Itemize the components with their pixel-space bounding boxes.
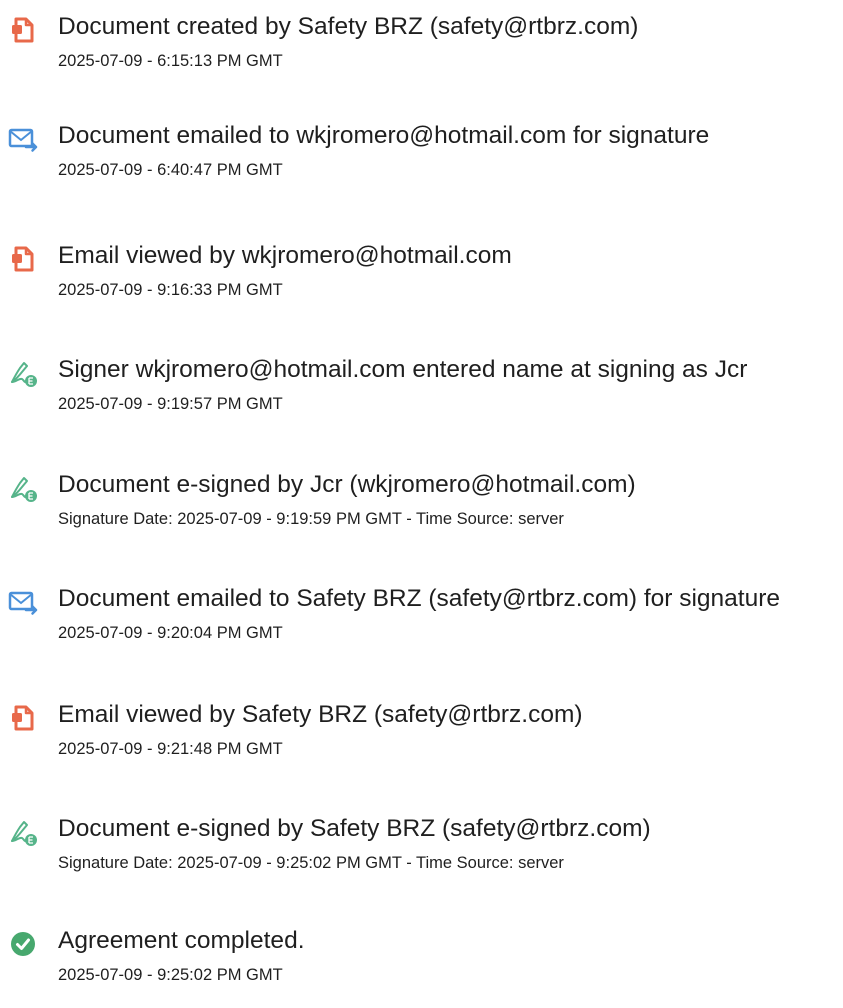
event-timestamp: 2025-07-09 - 6:15:13 PM GMT xyxy=(58,52,283,70)
audit-event-document-e-signed: Document e-signed by Safety BRZ (safety@… xyxy=(0,815,843,896)
document-viewed-icon xyxy=(7,702,39,734)
event-title: Agreement completed. xyxy=(58,927,305,954)
audit-event-email-viewed: Email viewed by Safety BRZ (safety@rtbrz… xyxy=(0,701,843,782)
event-timestamp: 2025-07-09 - 9:20:04 PM GMT xyxy=(58,624,283,642)
event-timestamp: Signature Date: 2025-07-09 - 9:19:59 PM … xyxy=(58,510,564,528)
event-timestamp: 2025-07-09 - 9:21:48 PM GMT xyxy=(58,740,283,758)
event-timestamp: 2025-07-09 - 9:19:57 PM GMT xyxy=(58,395,283,413)
e-signature-icon xyxy=(7,816,39,848)
event-timestamp: 2025-07-09 - 6:40:47 PM GMT xyxy=(58,161,283,179)
document-created-icon xyxy=(7,14,39,46)
audit-event-document-emailed: Document emailed to wkjromero@hotmail.co… xyxy=(0,122,843,203)
event-title: Document created by Safety BRZ (safety@r… xyxy=(58,13,639,40)
audit-history-page: { "events": [ {"icon": "document-created… xyxy=(0,0,843,994)
event-title: Document e-signed by Jcr (wkjromero@hotm… xyxy=(58,471,636,498)
e-signature-icon xyxy=(7,357,39,389)
event-timestamp: 2025-07-09 - 9:25:02 PM GMT xyxy=(58,966,283,984)
audit-event-document-e-signed: Document e-signed by Jcr (wkjromero@hotm… xyxy=(0,471,843,552)
audit-event-email-viewed: Email viewed by wkjromero@hotmail.com 20… xyxy=(0,242,843,323)
email-sent-icon xyxy=(7,123,39,155)
event-title: Email viewed by wkjromero@hotmail.com xyxy=(58,242,512,269)
audit-event-document-created: Document created by Safety BRZ (safety@r… xyxy=(0,13,843,94)
event-title: Signer wkjromero@hotmail.com entered nam… xyxy=(58,356,748,383)
event-title: Document emailed to Safety BRZ (safety@r… xyxy=(58,585,781,612)
event-timestamp: Signature Date: 2025-07-09 - 9:25:02 PM … xyxy=(58,854,564,872)
event-title: Email viewed by Safety BRZ (safety@rtbrz… xyxy=(58,701,583,728)
email-sent-icon xyxy=(7,586,39,618)
document-viewed-icon xyxy=(7,243,39,275)
event-title: Document emailed to wkjromero@hotmail.co… xyxy=(58,122,710,149)
event-title: Document e-signed by Safety BRZ (safety@… xyxy=(58,815,651,842)
event-timestamp: 2025-07-09 - 9:16:33 PM GMT xyxy=(58,281,283,299)
audit-event-signer-entered-name: Signer wkjromero@hotmail.com entered nam… xyxy=(0,356,843,437)
audit-event-document-emailed: Document emailed to Safety BRZ (safety@r… xyxy=(0,585,843,666)
audit-event-agreement-completed: Agreement completed. 2025-07-09 - 9:25:0… xyxy=(0,927,843,1008)
e-signature-icon xyxy=(7,472,39,504)
agreement-completed-icon xyxy=(7,928,39,960)
